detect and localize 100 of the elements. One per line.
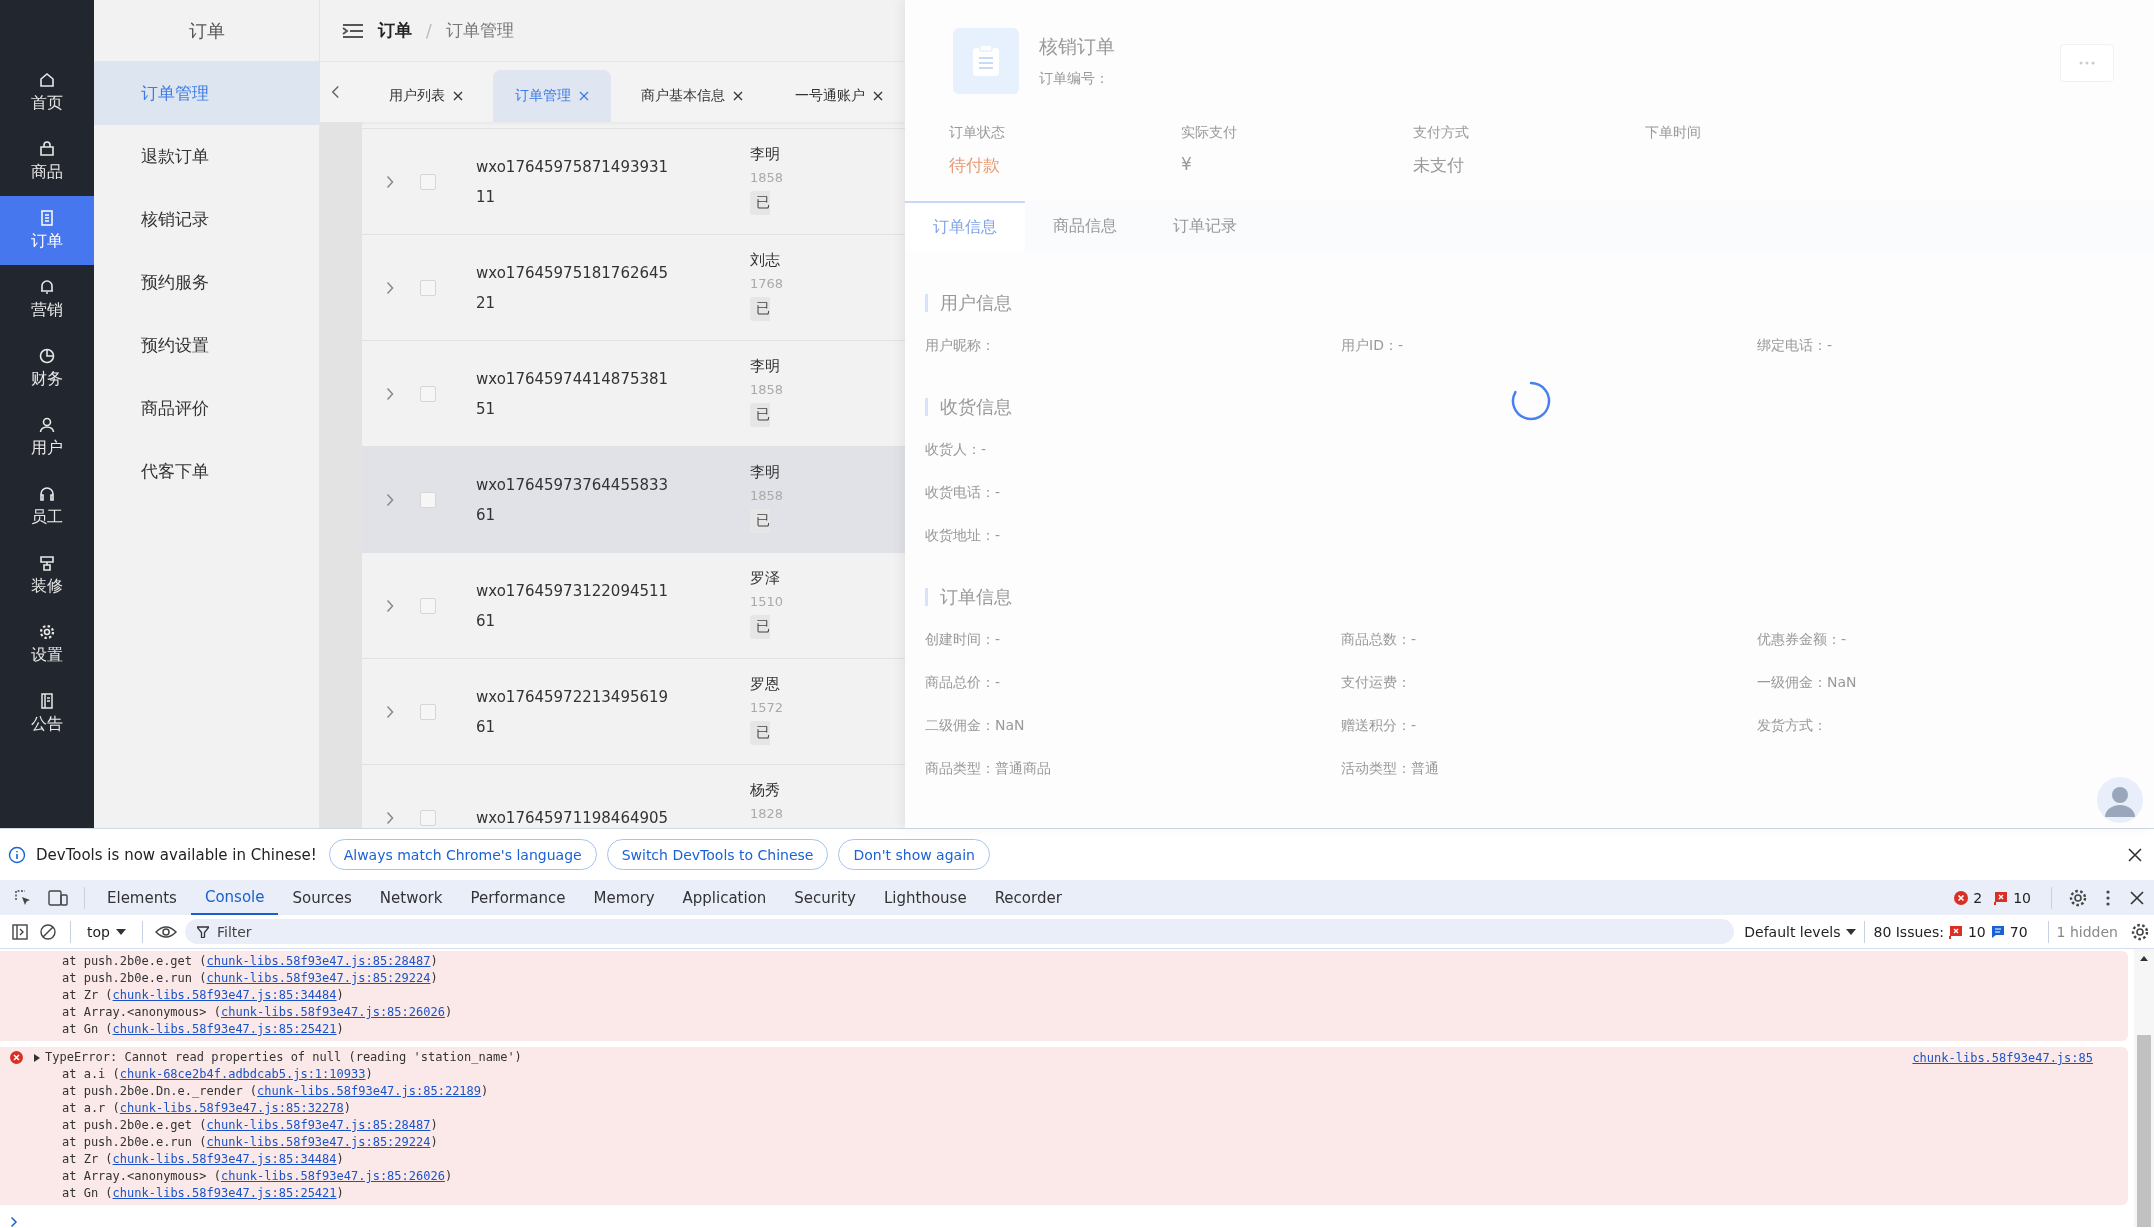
devtools-tab[interactable]: Elements	[93, 880, 191, 915]
menu-title: 订单	[188, 18, 225, 43]
eye-icon[interactable]	[154, 924, 177, 939]
chevron-left-icon[interactable]	[330, 84, 341, 100]
chevron-right-icon[interactable]	[386, 174, 394, 189]
nav-item[interactable]: 订单	[0, 196, 94, 265]
source-link[interactable]: chunk-libs.58f93e47.js:85:22189	[257, 1084, 482, 1098]
close-icon[interactable]	[2128, 847, 2142, 862]
nav-item[interactable]: 公告	[0, 679, 94, 748]
source-link[interactable]: chunk-libs.58f93e47.js:85:26026	[220, 1169, 445, 1183]
source-link[interactable]: chunk-libs.58f93e47.js:85:28487	[206, 954, 431, 968]
source-link[interactable]: chunk-68ce2b4f.adbdcab5.js:1:10933	[119, 1067, 366, 1081]
source-link[interactable]: chunk-libs.58f93e47.js:85:28487	[206, 1118, 431, 1132]
chevron-right-icon[interactable]	[386, 386, 394, 401]
page-tab[interactable]: 商户基本信息	[619, 70, 765, 122]
close-icon[interactable]	[453, 91, 463, 101]
source-link[interactable]: chunk-libs.58f93e47.js:85	[1912, 1050, 2093, 1067]
more-icon[interactable]	[2106, 889, 2110, 906]
menu-item[interactable]: 代客下单	[94, 440, 319, 503]
devtools-tab[interactable]: Console	[190, 880, 279, 915]
source-link[interactable]: chunk-libs.58f93e47.js:85:32278	[119, 1101, 344, 1115]
checkbox[interactable]	[420, 491, 436, 508]
filter-field[interactable]: Filter	[184, 919, 1735, 944]
prompt-icon[interactable]	[10, 1216, 18, 1228]
source-link[interactable]: chunk-libs.58f93e47.js:85:26026	[220, 1005, 445, 1019]
checkbox[interactable]	[420, 597, 436, 614]
error-count[interactable]: 2	[1973, 889, 1983, 906]
checkbox[interactable]	[420, 279, 436, 296]
section-marker	[925, 294, 928, 312]
inspect-icon[interactable]	[14, 888, 32, 907]
issue-count[interactable]: 10	[2013, 889, 2031, 906]
infobar-button[interactable]: Don't show again	[838, 839, 990, 870]
checkbox[interactable]	[420, 173, 436, 190]
devtools-tab[interactable]: Recorder	[980, 880, 1076, 915]
table-row[interactable]: wxo17645975181762645 21 刘志 1768 已	[362, 234, 905, 340]
order-number: wxo17645971198464905	[476, 808, 669, 827]
nav-item[interactable]: 商品	[0, 127, 94, 196]
sidebar-toggle-icon[interactable]	[12, 923, 28, 940]
settings-icon[interactable]	[2068, 887, 2088, 908]
devtools-tab[interactable]: Performance	[456, 880, 580, 915]
source-link[interactable]: chunk-libs.58f93e47.js:85:25421	[112, 1186, 337, 1200]
infobar-button[interactable]: Switch DevTools to Chinese	[606, 839, 829, 870]
menu-icon[interactable]	[342, 21, 364, 40]
devtools-tab[interactable]: Security	[780, 880, 870, 915]
close-icon[interactable]	[873, 91, 883, 101]
avatar[interactable]	[2096, 776, 2144, 824]
issues-label[interactable]: 80 Issues:	[1873, 923, 1944, 940]
breadcrumb-item[interactable]: 订单	[378, 19, 412, 42]
context-selector[interactable]: top	[87, 923, 126, 940]
issue-count[interactable]: 10	[1967, 923, 1986, 940]
page-tab[interactable]: 用户列表	[367, 70, 485, 122]
pie-chart-icon	[38, 347, 56, 365]
chevron-right-icon[interactable]	[386, 704, 394, 719]
checkbox[interactable]	[420, 703, 436, 720]
table-row[interactable]: wxo17645973764455833 61 李明 1858 已	[362, 446, 905, 552]
nav-item[interactable]: 员工	[0, 472, 94, 541]
table-row[interactable]: wxo17645972213495619 61 罗恩 1572 已	[362, 658, 905, 764]
stack-frame: at Zr (chunk-libs.58f93e47.js:85:34484)	[0, 987, 344, 1004]
issue-count[interactable]: 70	[2009, 923, 2028, 940]
page-tab[interactable]: 一号通账户	[773, 70, 905, 122]
close-icon[interactable]	[2130, 890, 2144, 905]
clear-icon[interactable]	[40, 923, 56, 940]
chevron-right-icon[interactable]	[386, 280, 394, 295]
menu-item[interactable]: 商品评价	[94, 377, 319, 440]
close-icon[interactable]	[733, 91, 743, 101]
devtools-tab[interactable]: Network	[365, 880, 457, 915]
devtools-tab[interactable]: Sources	[278, 880, 366, 915]
nav-item[interactable]: 用户	[0, 403, 94, 472]
settings-icon[interactable]	[2130, 921, 2150, 942]
expand-triangle-icon[interactable]	[33, 1052, 41, 1063]
chevron-right-icon[interactable]	[386, 810, 394, 825]
menu-item[interactable]: 预约设置	[94, 314, 319, 377]
source-link[interactable]: chunk-libs.58f93e47.js:85:34484	[112, 1152, 337, 1166]
nav-item[interactable]: 首页	[0, 58, 94, 127]
log-levels-dropdown[interactable]: Default levels	[1744, 923, 1857, 940]
info-field: 绑定电话：-	[1757, 337, 2154, 355]
source-link[interactable]: chunk-libs.58f93e47.js:85:34484	[112, 988, 337, 1002]
scrollbar[interactable]	[2134, 949, 2154, 1227]
source-link[interactable]: chunk-libs.58f93e47.js:85:29224	[206, 1135, 431, 1149]
infobar-button[interactable]: Always match Chrome's language	[328, 839, 597, 870]
table-row[interactable]: wxo17645975871493931 11 李明 1858 已	[362, 128, 905, 234]
devtools-tab[interactable]: Application	[668, 880, 781, 915]
order-number: wxo17645972213495619	[476, 687, 669, 706]
checkbox[interactable]	[420, 809, 436, 826]
devtools-tab[interactable]: Lighthouse	[869, 880, 981, 915]
menu-item[interactable]: 核销记录	[94, 188, 319, 251]
menu-item[interactable]: 预约服务	[94, 251, 319, 314]
chevron-right-icon[interactable]	[386, 598, 394, 613]
devtools-tab[interactable]: Memory	[579, 880, 669, 915]
nav-item[interactable]: 财务	[0, 334, 94, 403]
table-row[interactable]: wxo17645973122094511 61 罗泽 1510 已	[362, 552, 905, 658]
device-toolbar-icon[interactable]	[48, 888, 68, 907]
checkbox[interactable]	[420, 385, 436, 402]
nav-item[interactable]: 装修	[0, 541, 94, 610]
source-link[interactable]: chunk-libs.58f93e47.js:85:29224	[206, 971, 431, 985]
chevron-right-icon[interactable]	[386, 492, 394, 507]
menu-item[interactable]: 退款订单	[94, 125, 319, 188]
nav-item[interactable]: 营销	[0, 265, 94, 334]
nav-item[interactable]: 设置	[0, 610, 94, 679]
source-link[interactable]: chunk-libs.58f93e47.js:85:25421	[112, 1022, 337, 1036]
